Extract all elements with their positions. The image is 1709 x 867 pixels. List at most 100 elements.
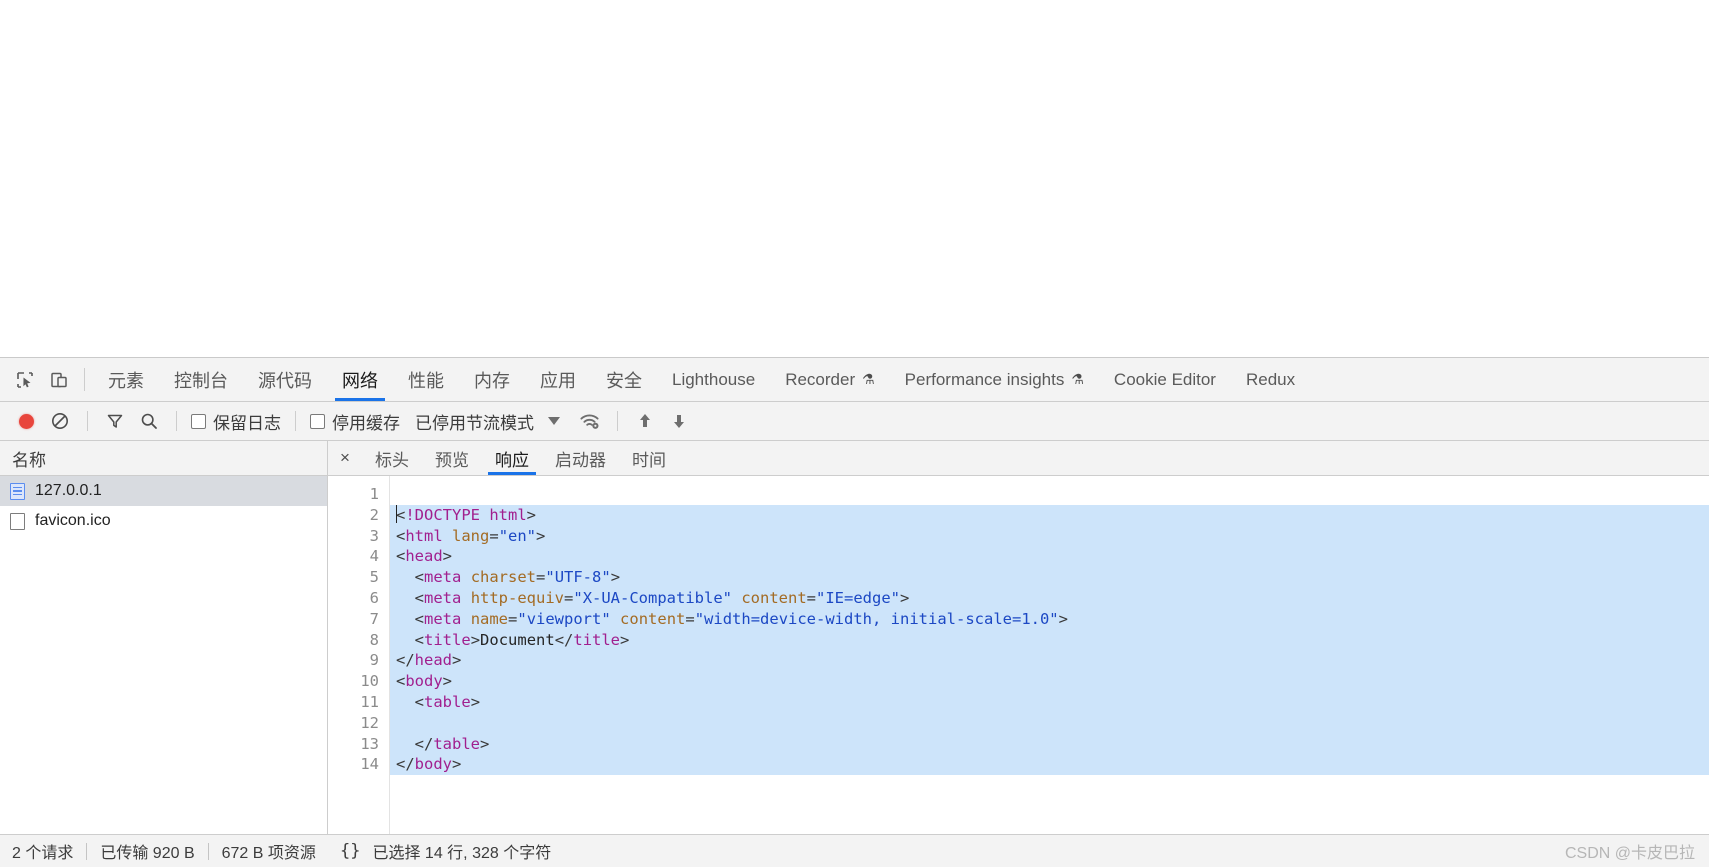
tab-6[interactable]: 应用	[525, 358, 591, 401]
search-icon	[141, 413, 157, 429]
line-number: 9	[369, 651, 379, 670]
line-number: 6	[369, 588, 379, 607]
tab-label: 控制台	[174, 370, 228, 391]
preserve-log-checkbox[interactable]: 保留日志	[188, 409, 284, 434]
disable-cache-label: 停用缓存	[332, 413, 400, 433]
devtools-panel: 元素 控制台 源代码 网络 性能 内存 应用 安全 Lighthouse Recorder ⚗ Per…	[0, 357, 1709, 867]
request-detail-pane: × 标头 预览 响应 启动器 时间 1 2 3 4 5 6 7 8 9 10 11 12 13 14 <!DOCT…	[328, 441, 1709, 834]
code-line[interactable]: <meta charset="UTF-8">	[390, 567, 1709, 588]
tab-label: 网络	[342, 370, 378, 391]
disable-cache-checkbox[interactable]: 停用缓存	[307, 409, 403, 434]
code-line[interactable]: </body>	[390, 754, 1709, 776]
tab-label: 内存	[474, 370, 510, 391]
tab-12[interactable]: Redux	[1231, 358, 1310, 401]
tab-11[interactable]: Cookie Editor	[1099, 358, 1231, 401]
line-number: 14	[360, 755, 379, 774]
clear-icon	[52, 413, 68, 429]
detail-tab-1[interactable]: 预览	[422, 441, 482, 475]
code-line[interactable]: <html lang="en">	[390, 525, 1709, 547]
checkbox-box	[310, 413, 325, 429]
request-name: 127.0.0.1	[35, 482, 102, 499]
detail-tabbar: × 标头 预览 响应 启动器 时间	[328, 441, 1709, 476]
code-line[interactable]: <table>	[390, 691, 1709, 713]
tab-5[interactable]: 内存	[459, 358, 525, 401]
line-number: 11	[360, 692, 379, 711]
tab-4[interactable]: 性能	[393, 358, 459, 401]
code-line[interactable]: <title>Document</title>	[390, 629, 1709, 651]
request-list-column-header[interactable]: 名称	[0, 441, 327, 476]
pretty-print-icon[interactable]: {}	[340, 841, 360, 861]
experimental-flask-icon: ⚗	[862, 371, 875, 387]
device-toolbar-icon[interactable]	[42, 358, 76, 401]
tab-label: Lighthouse	[672, 369, 756, 389]
detail-tab-group: 标头 预览 响应 启动器 时间	[362, 441, 679, 475]
code-line[interactable]	[390, 484, 1709, 505]
export-har-button[interactable]	[663, 406, 695, 436]
request-list-pane: 名称 127.0.0.1 favicon.ico	[0, 441, 328, 834]
line-number: 8	[369, 630, 379, 649]
tab-1[interactable]: 控制台	[159, 358, 243, 401]
import-har-button[interactable]	[629, 406, 661, 436]
tab-group: 元素 控制台 源代码 网络 性能 内存 应用 安全 Lighthouse Recorder ⚗ Per…	[93, 358, 1310, 401]
toolbar-divider	[176, 411, 177, 431]
tab-9[interactable]: Recorder ⚗	[770, 358, 889, 401]
code-line[interactable]: </table>	[390, 733, 1709, 755]
tab-0[interactable]: 元素	[93, 358, 159, 401]
tab-label: Performance insights	[904, 369, 1065, 389]
tab-8[interactable]: Lighthouse	[657, 358, 770, 401]
tab-label: 性能	[408, 370, 444, 391]
document-icon	[10, 482, 25, 500]
tab-7[interactable]: 安全	[591, 358, 657, 401]
funnel-icon	[107, 414, 123, 428]
code-line[interactable]: </head>	[390, 650, 1709, 672]
wifi-gear-icon	[580, 414, 599, 429]
selection-info: 已选择 14 行, 328 个字符	[372, 845, 552, 862]
code-line[interactable]: <meta http-equiv="X-UA-Compatible" conte…	[390, 587, 1709, 609]
detail-tab-0[interactable]: 标头	[362, 441, 422, 475]
tab-label: Redux	[1245, 369, 1296, 389]
line-number: 3	[369, 526, 379, 545]
detail-tab-4[interactable]: 时间	[619, 441, 679, 475]
code-line[interactable]: <!DOCTYPE html>	[390, 504, 1709, 526]
tab-10[interactable]: Performance insights ⚗	[890, 358, 1099, 401]
resource-size: 672 B 项资源	[221, 845, 316, 862]
code-line[interactable]: <body>	[390, 671, 1709, 692]
request-row[interactable]: favicon.ico	[0, 506, 327, 536]
watermark: CSDN @卡皮巴拉	[1564, 845, 1695, 862]
chevron-down-icon[interactable]	[548, 417, 560, 425]
response-code-view[interactable]: 1 2 3 4 5 6 7 8 9 10 11 12 13 14 <!DOCTYPE html> <html…	[328, 476, 1709, 834]
code-line[interactable]: <meta name="viewport" content="width=dev…	[390, 608, 1709, 630]
request-name: favicon.ico	[35, 512, 111, 529]
throttling-select-label[interactable]: 已停用节流模式	[415, 409, 534, 434]
code-content[interactable]: <!DOCTYPE html> <html lang="en"> <head> <m…	[390, 476, 1709, 834]
checkbox-box	[191, 413, 206, 429]
tab-3[interactable]: 网络	[327, 358, 393, 401]
experimental-flask-icon: ⚗	[1071, 371, 1084, 387]
search-button[interactable]	[133, 406, 165, 436]
editor-status: {} 已选择 14 行, 328 个字符 CSDN @卡皮巴拉	[328, 839, 1709, 863]
line-number: 7	[369, 609, 379, 628]
request-row[interactable]: 127.0.0.1	[0, 476, 327, 506]
network-toolbar: 保留日志 停用缓存 已停用节流模式	[0, 402, 1709, 441]
status-divider	[207, 842, 209, 860]
status-divider	[86, 842, 88, 860]
line-number-gutter: 1 2 3 4 5 6 7 8 9 10 11 12 13 14	[328, 476, 390, 834]
devtools-window: 元素 控制台 源代码 网络 性能 内存 应用 安全 Lighthouse Recorder ⚗ Per…	[0, 0, 1709, 867]
detail-tab-3[interactable]: 启动器	[542, 441, 619, 475]
close-detail-icon[interactable]: ×	[328, 441, 362, 475]
line-number: 4	[369, 547, 379, 566]
code-line[interactable]: <head>	[390, 546, 1709, 568]
code-line[interactable]	[390, 712, 1709, 734]
filter-button[interactable]	[99, 406, 131, 436]
detail-tab-2[interactable]: 响应	[482, 441, 542, 475]
network-conditions-button[interactable]	[574, 406, 606, 436]
line-number: 2	[369, 505, 379, 524]
transferred-size: 已传输 920 B	[100, 845, 195, 862]
record-network-log-button[interactable]	[10, 406, 42, 436]
clear-network-log-button[interactable]	[44, 406, 76, 436]
tab-2[interactable]: 源代码	[243, 358, 327, 401]
tab-label: Recorder	[785, 369, 856, 389]
tab-label: 元素	[108, 370, 144, 391]
tab-label: 应用	[540, 370, 576, 391]
inspect-element-icon[interactable]	[8, 358, 42, 401]
